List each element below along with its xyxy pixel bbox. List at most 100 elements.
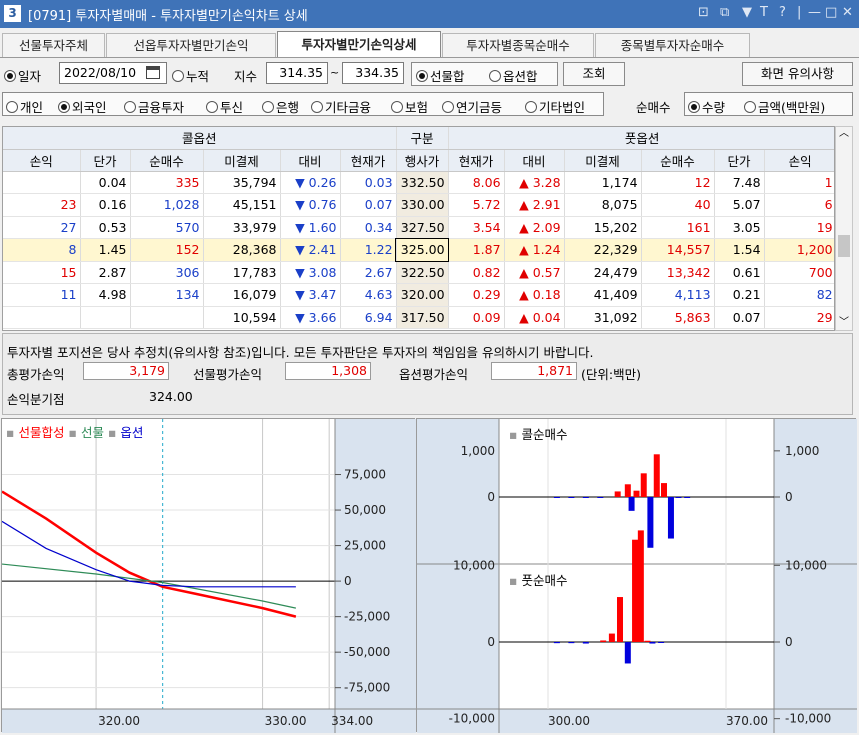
maximize-icon[interactable]: □ [825, 5, 837, 20]
table-cell [80, 306, 131, 329]
y-tick-label-left: 10,000 [453, 558, 495, 572]
tab-item-investor-netbuy[interactable]: 종목별투자자순매수 [595, 33, 750, 58]
tab-futopt-expiry-pnl[interactable]: 선옵투자자별만기손익 [106, 33, 276, 58]
table-cell: ▼ 3.08 [280, 261, 341, 284]
font-size-icon[interactable]: T [760, 5, 768, 20]
notice-button[interactable]: 화면 유의사항 [742, 62, 853, 86]
index-to-input[interactable]: 334.35 [342, 62, 404, 84]
futures-sum-radio[interactable]: 선물합 [416, 66, 465, 85]
table-cell: ▼ 0.26 [280, 171, 341, 194]
screen-layout-icon[interactable]: ⊡ [698, 5, 709, 20]
investor-radio-pension[interactable]: 연기금등 [442, 97, 502, 116]
legend-futures: 선물 [80, 425, 104, 440]
table-row[interactable]: 15 2.87 306 17,783 ▼ 3.08 2.67 322.50 0.82 ▲ 0.5… [3, 261, 834, 284]
close-icon[interactable]: ✕ [842, 5, 853, 20]
column-header[interactable]: 단가 [714, 149, 765, 172]
tab-futures-investor[interactable]: 선물투자주체 [2, 33, 105, 58]
investor-radio-other-corp[interactable]: 기타법인 [525, 97, 585, 116]
column-header[interactable]: 단가 [80, 149, 131, 172]
table-cell: 7.48 [714, 171, 765, 194]
scroll-down-icon[interactable]: ﹀ [836, 316, 852, 330]
y-tick-label-right: -10,000 [785, 712, 831, 726]
column-header[interactable]: 행사가 [396, 149, 449, 172]
investor-radio-foreign[interactable]: 외국인 [58, 97, 107, 116]
table-row[interactable]: 11 4.98 134 16,079 ▼ 3.47 4.63 320.00 0.29 ▲ 0.1… [3, 283, 834, 307]
call-bar [614, 491, 621, 497]
table-cell: 19 [764, 216, 834, 239]
scroll-up-icon[interactable]: ︿ [836, 127, 852, 141]
column-header[interactable]: 미결제 [203, 149, 281, 172]
table-cell: 1,028 [130, 193, 204, 217]
table-row[interactable]: 8 1.45 152 28,368 ▼ 2.41 1.22 325.00 1.87 ▲ 1.24… [3, 237, 834, 262]
cumulative-radio[interactable]: 누적 [172, 66, 209, 85]
series-line-options [2, 520, 296, 588]
amount-radio[interactable]: 금액(백만원) [744, 97, 825, 116]
table-cell: 322.50 [396, 261, 449, 284]
tab-investor-expiry-detail[interactable]: 투자자별만기손익상세 [277, 31, 441, 58]
investor-radio-bank[interactable]: 은행 [262, 97, 299, 116]
grid-scrollbar[interactable]: ︿ ﹀ [835, 126, 853, 331]
table-row[interactable]: 10,594 ▼ 3.66 6.94 317.50 0.09 ▲ 0.04 31,092 5,… [3, 306, 834, 329]
pin-icon[interactable]: ▼ [742, 5, 752, 20]
table-cell: 8,075 [564, 193, 642, 217]
investor-radio-financial[interactable]: 금융투자 [124, 97, 184, 116]
x-tick-label: 370.00 [726, 714, 768, 728]
index-from-input[interactable]: 314.35 [266, 62, 328, 84]
radio-selected-icon [688, 101, 700, 113]
table-cell: 320.00 [396, 283, 449, 307]
scroll-thumb[interactable] [838, 235, 850, 257]
column-header[interactable]: 순매수 [130, 149, 204, 172]
calendar-icon[interactable] [146, 66, 160, 79]
tab-divider [0, 57, 859, 58]
table-cell: 0.34 [340, 216, 397, 239]
help-icon[interactable]: ? [779, 5, 786, 20]
left-axis-area [417, 419, 499, 733]
y-tick-label: -75,000 [344, 681, 390, 695]
minimize-icon[interactable]: — [808, 5, 821, 20]
table-cell: 134 [130, 283, 204, 307]
table-cell: 13,342 [641, 261, 715, 284]
copy-window-icon[interactable]: ⧉ [720, 5, 729, 20]
table-cell: 40 [641, 193, 715, 217]
right-axis-area [774, 419, 857, 733]
y-tick-label-right: 0 [785, 635, 793, 649]
table-row[interactable]: 23 0.16 1,028 45,151 ▼ 0.76 0.07 330.00 5.72 ▲ 2… [3, 193, 834, 217]
tab-investor-item-netbuy[interactable]: 투자자별종목순매수 [442, 33, 594, 58]
query-button[interactable]: 조회 [563, 62, 625, 86]
table-cell: 2.67 [340, 261, 397, 284]
table-cell: ▼ 3.66 [280, 306, 341, 329]
column-header[interactable]: 손익 [764, 149, 834, 172]
y-tick-label-right: 1,000 [785, 444, 819, 458]
column-header[interactable]: 현재가 [448, 149, 505, 172]
grid-body: 0.04 335 35,794 ▼ 0.26 0.03 332.50 8.06 ▲ 3.28 1… [3, 171, 834, 329]
table-cell: 17,783 [203, 261, 281, 284]
date-radio[interactable]: 일자 [4, 66, 41, 85]
column-header[interactable]: 순매수 [641, 149, 715, 172]
table-cell: ▼ 3.47 [280, 283, 341, 307]
table-row[interactable]: 0.04 335 35,794 ▼ 0.26 0.03 332.50 8.06 ▲ 3.28 1… [3, 171, 834, 194]
table-cell: ▲ 2.09 [504, 216, 565, 239]
column-header-row: 손익 단가 순매수 미결제 대비 현재가 행사가 현재가 대비 미결제 순매수 단가 손익 [3, 149, 834, 172]
options-sum-radio[interactable]: 옵션합 [489, 66, 538, 85]
investor-radio-insurance[interactable]: 보험 [391, 97, 428, 116]
call-bar [653, 454, 660, 497]
column-header[interactable]: 손익 [3, 149, 81, 172]
investor-radio-trust[interactable]: 투신 [206, 97, 243, 116]
investor-radio-other-fin[interactable]: 기타금융 [311, 97, 371, 116]
radio-icon [311, 101, 323, 113]
investor-radio-individual[interactable]: 개인 [6, 97, 43, 116]
table-cell: 325.00 [395, 237, 450, 262]
column-header[interactable]: 미결제 [564, 149, 642, 172]
call-bar [661, 483, 667, 497]
column-header[interactable]: 현재가 [340, 149, 397, 172]
column-header[interactable]: 대비 [280, 149, 341, 172]
table-row[interactable]: 27 0.53 570 33,979 ▼ 1.60 0.34 327.50 3.54 ▲ 2.0… [3, 216, 834, 239]
y-tick-label-right: 10,000 [785, 558, 827, 572]
table-cell: 317.50 [396, 306, 449, 329]
table-cell: 10,594 [203, 306, 281, 329]
column-header[interactable]: 대비 [504, 149, 565, 172]
table-cell: 161 [641, 216, 715, 239]
qty-radio[interactable]: 수량 [688, 97, 725, 116]
table-cell: 0.09 [448, 306, 505, 329]
table-cell: 327.50 [396, 216, 449, 239]
